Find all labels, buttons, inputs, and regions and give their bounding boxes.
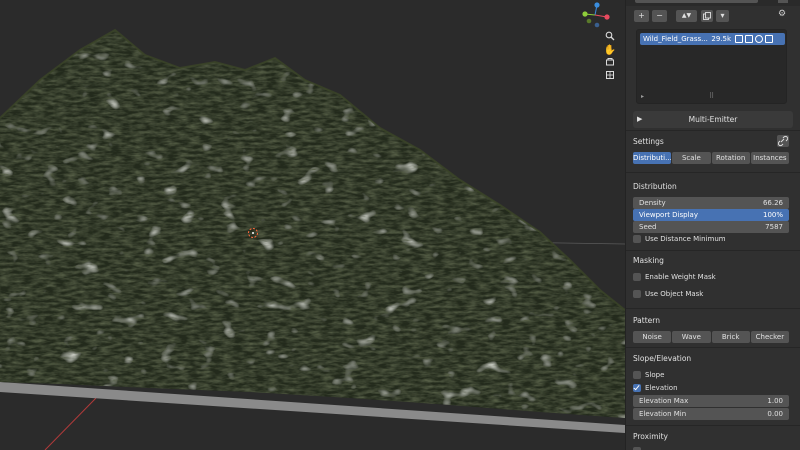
gizmo-z-axis[interactable]	[594, 2, 600, 8]
elevation-label: Elevation	[645, 384, 678, 392]
zoom-icon[interactable]	[603, 31, 617, 44]
viewport-display-field[interactable]: Viewport Display 100%	[633, 209, 789, 221]
seed-value: 7587	[765, 223, 783, 231]
viewport-display-value: 100%	[762, 211, 783, 219]
seed-label: Seed	[639, 223, 657, 231]
grass-scene[interactable]	[0, 0, 625, 450]
gizmo-neg-y[interactable]	[586, 18, 592, 24]
multi-emitter-panel[interactable]: ▶ Multi-Emitter	[633, 111, 793, 128]
density-value: 66.26	[762, 199, 783, 207]
3d-viewport[interactable]: ✋	[0, 0, 625, 450]
header-button[interactable]	[778, 0, 788, 3]
proximity-header: Proximity	[633, 432, 668, 441]
emitter-list[interactable]: Wild_Field_Grass... 29.5k ▸ ⠿	[636, 29, 787, 104]
elevation-max-value: 1.00	[767, 397, 783, 405]
move-emitter-button[interactable]: ▲▼	[676, 10, 697, 22]
elevation-min-label: Elevation Min	[639, 410, 687, 418]
elevation-checkbox[interactable]: Elevation	[633, 382, 678, 394]
gizmo-neg-z[interactable]	[594, 22, 600, 28]
tab-checker[interactable]: Checker	[750, 331, 789, 343]
slope-label: Slope	[645, 371, 665, 379]
navigation-gizmo[interactable]	[577, 2, 617, 28]
list-options-triangle-icon[interactable]: ▸	[641, 93, 644, 100]
list-resize-handle[interactable]: ⠿	[709, 92, 714, 100]
distribution-header: Distribution	[633, 182, 677, 191]
use-object-mask-label: Use Object Mask	[645, 290, 704, 298]
tab-wave[interactable]: Wave	[672, 331, 711, 343]
link-icon[interactable]	[777, 135, 789, 147]
elevation-max-field[interactable]: Elevation Max 1.00	[633, 395, 789, 407]
slope-checkbox[interactable]: Slope	[633, 369, 664, 381]
grid-view-icon[interactable]	[603, 70, 617, 83]
camera-icon[interactable]	[745, 35, 753, 43]
remove-emitter-button[interactable]: −	[652, 10, 667, 22]
properties-panel: + − ▲▼ ▾ ⚙ Wild_Field_Grass... 29.5k ▸ ⠿…	[625, 0, 800, 450]
use-distance-minimum-label: Use Distance Minimum	[645, 235, 726, 243]
pattern-tabs[interactable]: Noise Wave Brick Checker	[633, 331, 789, 343]
add-emitter-button[interactable]: +	[634, 10, 649, 22]
checkbox-box[interactable]	[633, 290, 641, 298]
emitter-count: 29.5k	[711, 35, 731, 43]
multi-emitter-label: Multi-Emitter	[688, 115, 738, 124]
header-field[interactable]	[635, 0, 758, 3]
tab-instances[interactable]: Instances	[750, 152, 789, 164]
pattern-header: Pattern	[633, 316, 660, 325]
list-item[interactable]: Wild_Field_Grass... 29.5k	[640, 33, 785, 45]
checkbox-box[interactable]	[633, 371, 641, 379]
duplicate-icon[interactable]	[701, 10, 713, 22]
viewport-display-label: Viewport Display	[639, 211, 698, 219]
seed-field[interactable]: Seed 7587	[633, 221, 789, 233]
camera-view-icon[interactable]	[603, 57, 617, 70]
tab-scale[interactable]: Scale	[672, 152, 711, 164]
tab-rotation[interactable]: Rotation	[711, 152, 750, 164]
slope-elevation-header: Slope/Elevation	[633, 354, 692, 363]
gizmo-x-axis[interactable]	[604, 14, 610, 20]
elevation-min-field[interactable]: Elevation Min 0.00	[633, 408, 789, 420]
checkbox-box[interactable]	[633, 235, 641, 243]
elevation-min-value: 0.00	[767, 410, 783, 418]
emitter-name: Wild_Field_Grass...	[643, 35, 708, 43]
settings-header: Settings	[633, 137, 664, 146]
density-label: Density	[639, 199, 666, 207]
tab-brick[interactable]: Brick	[711, 331, 750, 343]
elevation-max-label: Elevation Max	[639, 397, 689, 405]
tab-noise[interactable]: Noise	[633, 331, 672, 343]
masking-header: Masking	[633, 256, 664, 265]
settings-tabs[interactable]: Distributi... Scale Rotation Instances	[633, 152, 789, 164]
use-object-mask-checkbox[interactable]: Use Object Mask	[633, 288, 703, 300]
gizmo-y-axis[interactable]	[582, 11, 588, 17]
tab-distribution[interactable]: Distributi...	[633, 152, 672, 164]
checkbox-box-checked[interactable]	[633, 384, 641, 392]
menu-chevron-icon[interactable]: ▾	[716, 10, 729, 22]
monitor-icon[interactable]	[735, 35, 743, 43]
shading-icon[interactable]	[755, 35, 763, 43]
density-field[interactable]: Density 66.26	[633, 197, 789, 209]
view-layer-icon[interactable]	[765, 35, 773, 43]
checkbox-box[interactable]	[633, 273, 641, 281]
pan-hand-icon[interactable]: ✋	[603, 44, 617, 57]
use-distance-minimum-checkbox[interactable]: Use Distance Minimum	[633, 233, 726, 245]
x-axis-line	[44, 397, 97, 450]
enable-weight-mask-checkbox[interactable]: Enable Weight Mask	[633, 271, 716, 283]
settings-gear-icon[interactable]: ⚙	[778, 9, 788, 21]
enable-weight-mask-label: Enable Weight Mask	[645, 273, 716, 281]
